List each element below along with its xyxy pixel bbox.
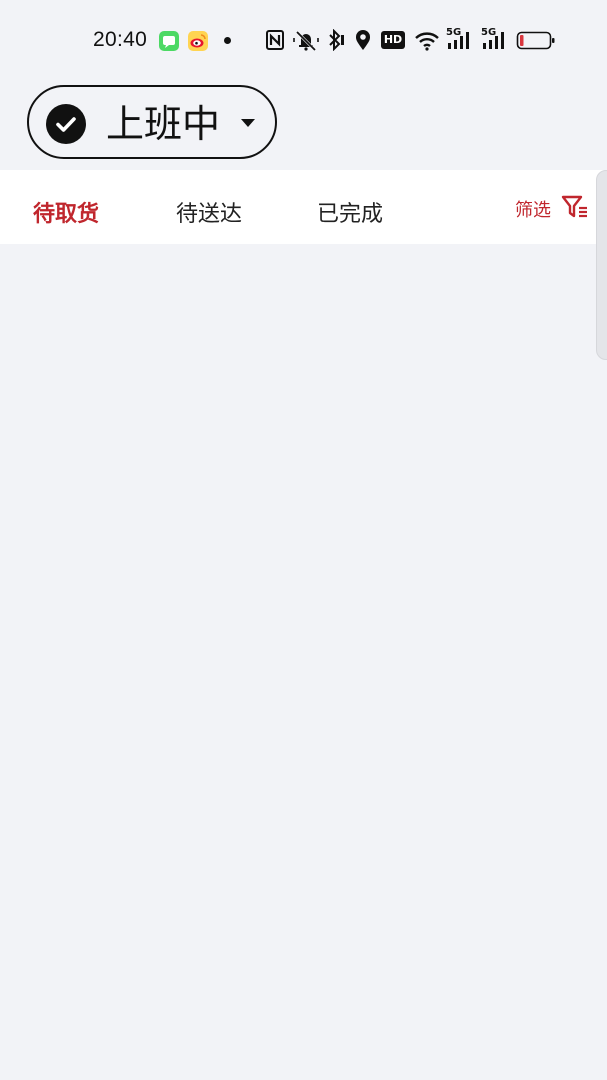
check-circle-icon	[46, 104, 86, 144]
status-bar: 20:40 HD 5G 5G	[0, 0, 607, 80]
hd-icon: HD	[381, 31, 405, 49]
bluetooth-icon	[329, 29, 344, 51]
nfc-icon	[266, 30, 284, 50]
mute-icon	[293, 30, 319, 51]
tab-completed[interactable]: 已完成	[317, 200, 383, 230]
dot-icon	[224, 37, 231, 44]
filter-label: 筛选	[515, 200, 551, 221]
battery-icon	[516, 31, 555, 50]
weibo-icon	[188, 31, 208, 51]
5g-signal-icon: 5G	[481, 27, 509, 51]
5g-signal-icon: 5G	[446, 27, 474, 51]
duty-status-label: 上班中	[106, 102, 221, 146]
tab-pending-delivery[interactable]: 待送达	[176, 200, 242, 230]
location-icon	[356, 30, 370, 50]
tab-pending-pickup[interactable]: 待取货	[33, 200, 99, 230]
status-time: 20:40	[93, 28, 148, 51]
filter-icon	[561, 195, 587, 218]
wifi-icon	[415, 32, 439, 51]
duty-status-toggle[interactable]: 上班中	[27, 85, 277, 159]
hd-label: HD	[383, 33, 403, 46]
order-list-area	[0, 244, 607, 1080]
messages-icon	[159, 31, 179, 51]
chevron-down-icon	[241, 119, 255, 127]
order-tabs: 待取货 待送达 已完成 筛选	[0, 170, 607, 244]
